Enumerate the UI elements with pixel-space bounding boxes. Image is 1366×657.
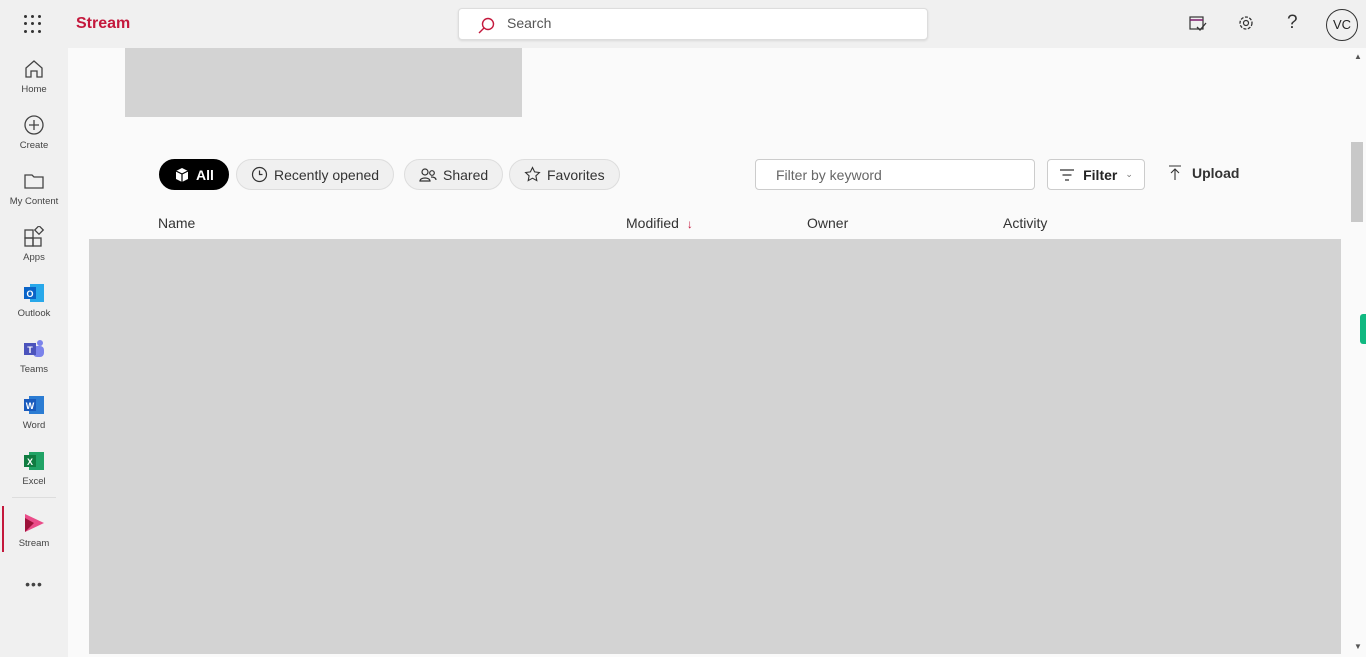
filter-pill-favorites[interactable]: Favorites bbox=[509, 159, 620, 190]
column-header-modified[interactable]: Modified ↓ bbox=[626, 215, 693, 231]
rail-item-home[interactable]: Home bbox=[0, 58, 68, 95]
outlook-icon: O bbox=[24, 284, 44, 302]
svg-text:X: X bbox=[27, 457, 33, 467]
stream-icon bbox=[25, 514, 44, 532]
clock-icon bbox=[251, 166, 268, 183]
search-icon bbox=[478, 17, 495, 34]
help-icon[interactable]: ? bbox=[1287, 12, 1298, 34]
home-icon bbox=[25, 60, 43, 78]
side-panel-handle[interactable] bbox=[1360, 314, 1366, 344]
rail-item-apps[interactable]: Apps bbox=[0, 226, 68, 263]
upload-icon bbox=[1169, 165, 1181, 180]
top-bar: Stream ? VC bbox=[0, 0, 1366, 48]
rail-item-teams[interactable]: T Teams bbox=[0, 338, 68, 375]
search-input[interactable] bbox=[507, 15, 907, 31]
filter-pill-all[interactable]: All bbox=[159, 159, 229, 190]
avatar[interactable]: VC bbox=[1326, 9, 1358, 41]
rail-item-word[interactable]: W Word bbox=[0, 394, 68, 431]
word-icon: W bbox=[24, 396, 44, 414]
filter-lines-icon bbox=[1060, 168, 1075, 181]
chevron-down-icon: ⌄ bbox=[1125, 169, 1133, 179]
scroll-up-arrow-icon[interactable]: ▲ bbox=[1354, 52, 1362, 61]
teams-icon: T bbox=[24, 340, 44, 357]
star-icon bbox=[524, 166, 541, 182]
filter-button[interactable]: Filter ⌄ bbox=[1047, 159, 1145, 190]
column-header-activity[interactable]: Activity bbox=[1003, 215, 1047, 231]
svg-text:T: T bbox=[27, 345, 33, 355]
vertical-scrollbar[interactable]: ▲ ▼ bbox=[1350, 48, 1366, 657]
filter-pill-recently-opened[interactable]: Recently opened bbox=[236, 159, 395, 190]
rail-divider bbox=[12, 497, 56, 498]
filter-pill-shared[interactable]: Shared bbox=[404, 159, 504, 190]
upload-button[interactable]: Upload bbox=[1168, 165, 1239, 181]
folder-icon bbox=[24, 174, 44, 189]
gear-icon[interactable] bbox=[1236, 13, 1256, 33]
svg-text:O: O bbox=[26, 289, 33, 299]
keyword-filter-input[interactable] bbox=[755, 159, 1035, 190]
search-box[interactable] bbox=[458, 8, 928, 40]
redacted-header-image bbox=[125, 48, 522, 117]
rail-item-outlook[interactable]: O Outlook bbox=[0, 282, 68, 319]
svg-text:W: W bbox=[26, 401, 35, 411]
people-icon bbox=[419, 167, 437, 182]
rail-item-stream[interactable]: Stream bbox=[0, 512, 68, 549]
scrollbar-thumb[interactable] bbox=[1351, 142, 1363, 222]
calendar-check-icon[interactable] bbox=[1188, 13, 1208, 33]
rail-item-excel[interactable]: X Excel bbox=[0, 450, 68, 487]
plus-circle-icon bbox=[24, 115, 44, 135]
column-header-name[interactable]: Name bbox=[158, 215, 195, 231]
apps-icon bbox=[24, 226, 45, 247]
cube-icon bbox=[175, 167, 189, 182]
app-rail: Home Create My Content Apps O Outlook T Te… bbox=[0, 48, 68, 657]
redacted-file-list bbox=[89, 239, 1341, 654]
sort-descending-icon: ↓ bbox=[686, 217, 693, 231]
app-name[interactable]: Stream bbox=[76, 15, 130, 33]
scroll-down-arrow-icon[interactable]: ▼ bbox=[1354, 642, 1362, 651]
column-header-owner[interactable]: Owner bbox=[807, 215, 848, 231]
excel-icon: X bbox=[24, 452, 44, 470]
rail-item-my-content[interactable]: My Content bbox=[0, 170, 68, 207]
app-launcher-icon[interactable] bbox=[24, 15, 42, 33]
rail-item-create[interactable]: Create bbox=[0, 114, 68, 151]
more-apps-icon[interactable]: ••• bbox=[0, 576, 68, 592]
